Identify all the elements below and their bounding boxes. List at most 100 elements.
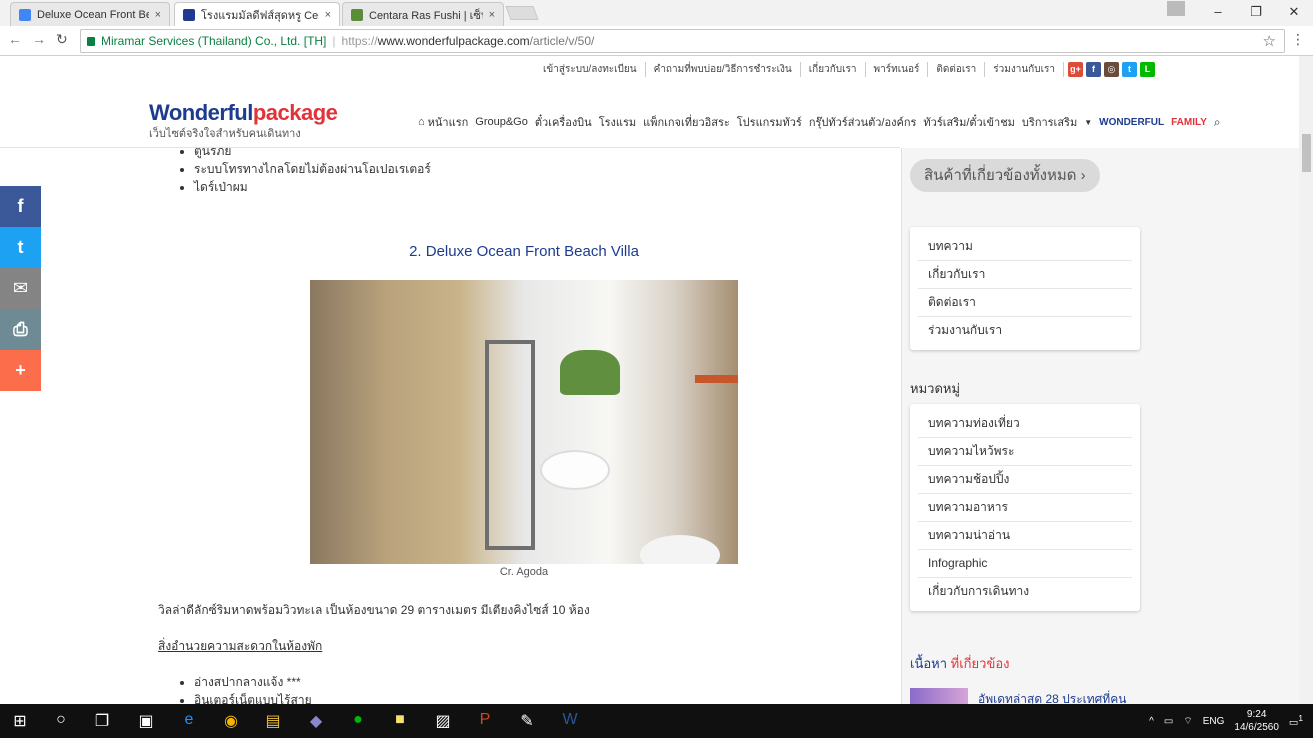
close-tab-icon[interactable]: × [489, 9, 495, 21]
cortana-icon[interactable]: ○ [46, 711, 76, 729]
address-bar[interactable]: Miramar Services (Thailand) Co., Ltd. [T… [80, 29, 1285, 53]
about-link[interactable]: เกี่ยวกับเรา [801, 62, 866, 77]
photo-caption: Cr. Agoda [499, 566, 549, 578]
start-icon[interactable]: ⊞ [5, 711, 35, 731]
category-item[interactable]: บทความช้อปปิ้ง [918, 466, 1132, 494]
all-products-button[interactable]: สินค้าที่เกี่ยวข้องทั้งหมด › [910, 159, 1100, 192]
language-indicator[interactable]: ENG [1203, 716, 1225, 727]
all-products-label: สินค้าที่เกี่ยวข้องทั้งหมด [924, 167, 1077, 184]
twitter-share-icon[interactable]: t [0, 227, 41, 268]
battery-icon[interactable]: ▭ [1164, 716, 1173, 727]
photo-sink [640, 535, 720, 564]
nav-hotels[interactable]: โรงแรม [599, 113, 636, 131]
new-tab-button[interactable] [505, 6, 539, 20]
nav-private-tours[interactable]: กรุ๊ปทัวร์ส่วนตัว/องค์กร [809, 113, 917, 131]
photo-trees [560, 350, 620, 395]
facebook-share-icon[interactable]: f [0, 186, 41, 227]
wifi-icon[interactable]: ⌔ [1183, 715, 1192, 728]
user-profile-icon[interactable] [1167, 1, 1185, 16]
file-explorer-icon[interactable]: ▤ [258, 711, 288, 731]
clock[interactable]: 9:24 14/6/2560 [1234, 708, 1279, 734]
login-link[interactable]: เข้าสู่ระบบ/ลงทะเบียน [535, 62, 646, 77]
minimize-icon[interactable]: – [1199, 0, 1237, 24]
category-item[interactable]: เกี่ยวกับการเดินทาง [918, 578, 1132, 605]
tray-chevron-icon[interactable]: ^ [1149, 716, 1154, 727]
app-icon[interactable]: ◆ [301, 711, 331, 731]
nav-packages[interactable]: แพ็กเกจเที่ยวอิสระ [643, 113, 730, 131]
forward-icon[interactable]: → [32, 31, 46, 47]
category-item[interactable]: บทความอาหาร [918, 494, 1132, 522]
nav-home[interactable]: หน้าแรก [428, 113, 469, 131]
facilities-heading: สิ่งอำนวยความสะดวกในห้องพัก [158, 639, 323, 653]
category-item[interactable]: บทความไหว้พระ [918, 438, 1132, 466]
google-plus-icon[interactable]: g+ [1067, 62, 1083, 77]
close-tab-icon[interactable]: × [155, 9, 161, 21]
chrome-icon[interactable]: ◉ [216, 711, 246, 731]
category-item[interactable]: บทความท่องเที่ยว [918, 410, 1132, 438]
notification-icon[interactable]: ▭1 [1289, 713, 1303, 728]
url-host: www.wonderfulpackage.com [377, 34, 530, 48]
nav-services[interactable]: บริการเสริม [1022, 113, 1077, 131]
scrollbar-thumb[interactable] [1302, 134, 1311, 172]
chevron-down-icon[interactable]: ▼ [1084, 118, 1092, 127]
close-window-icon[interactable]: ✕ [1275, 0, 1313, 24]
paint-icon[interactable]: ✎ [512, 711, 542, 731]
category-item[interactable]: Infographic [918, 550, 1132, 578]
logo-wordmark-accent: package [252, 100, 338, 125]
nav-tickets[interactable]: ทัวร์เสริม/ตั๋วเข้าชม [923, 113, 1015, 131]
store-icon[interactable]: ▣ [131, 711, 161, 731]
list-item: ระบบโทรทางไกลโดยไม่ต้องผ่านโอเปอเรเตอร์ [194, 160, 431, 178]
twitter-icon[interactable]: t [1121, 62, 1137, 77]
main-nav: ⌂ หน้าแรก Group&Go ตั๋วเครื่องบิน โรงแรม… [418, 113, 1228, 131]
print-icon[interactable]: ⎙ [0, 309, 41, 350]
sidebar-link-about[interactable]: เกี่ยวกับเรา [918, 261, 1132, 289]
home-icon[interactable]: ⌂ [418, 116, 425, 128]
task-view-icon[interactable]: ❐ [87, 711, 117, 731]
sticky-notes-icon[interactable]: ■ [385, 711, 415, 729]
close-tab-icon[interactable]: × [325, 9, 331, 21]
family-brand-a: WONDERFUL [1099, 116, 1165, 128]
nav-flights[interactable]: ตั๋วเครื่องบิน [535, 113, 592, 131]
omnibox-separator: | [332, 34, 336, 48]
category-item[interactable]: บทความน่าอ่าน [918, 522, 1132, 550]
sidebar-link-articles[interactable]: บทความ [918, 233, 1132, 261]
villa-bathroom-photo [310, 280, 738, 564]
site-logo[interactable]: Wonderfulpackage เว็บไซต์จริงใจสำหรับคนเ… [149, 100, 338, 142]
browser-tab-active[interactable]: โรงแรมมัลดีฟส์สุดหรู Centar × [174, 2, 340, 26]
photos-icon[interactable]: ▨ [428, 711, 458, 731]
related-thumbnail[interactable] [910, 688, 968, 704]
search-icon[interactable]: ⌕ [1214, 115, 1221, 130]
browser-tab[interactable]: Centara Ras Fushi | เซ็นเท × [342, 2, 504, 26]
site-favicon-icon [351, 8, 363, 21]
edge-icon[interactable]: e [174, 711, 204, 729]
bookmark-star-icon[interactable]: ☆ [1263, 32, 1276, 50]
sidebar-link-contact[interactable]: ติดต่อเรา [918, 289, 1132, 317]
maximize-icon[interactable]: ❐ [1237, 0, 1275, 24]
nav-wonderful-family[interactable]: WONDERFUL FAMILY [1099, 117, 1207, 128]
more-share-icon[interactable]: + [0, 350, 41, 391]
related-item-title[interactable]: อัพเดทล่าสุด 28 ประเทศที่คน [978, 690, 1126, 704]
reload-icon[interactable]: ↻ [56, 31, 68, 48]
back-icon[interactable]: ← [8, 31, 22, 47]
careers-link[interactable]: ร่วมงานกับเรา [985, 62, 1064, 77]
browser-menu-icon[interactable]: ⋮ [1291, 31, 1305, 48]
powerpoint-icon[interactable]: P [470, 711, 500, 729]
instagram-icon[interactable]: ◎ [1103, 62, 1119, 77]
windows-taskbar: ⊞ ○ ❐ ▣ e ◉ ▤ ◆ ● ■ ▨ P ✎ W ^ ▭ ⌔ ENG 9:… [0, 704, 1313, 738]
sidebar-link-careers[interactable]: ร่วมงานกับเรา [918, 317, 1132, 344]
site-favicon-icon [183, 8, 195, 21]
nav-tour-programs[interactable]: โปรแกรมทัวร์ [737, 113, 802, 131]
email-share-icon[interactable]: ✉ [0, 268, 41, 309]
word-icon[interactable]: W [555, 711, 585, 729]
browser-tab[interactable]: Deluxe Ocean Front Beac × [10, 2, 170, 26]
nav-group-go[interactable]: Group&Go [475, 116, 528, 128]
page-scrollbar[interactable] [1299, 56, 1313, 704]
contact-link[interactable]: ติดต่อเรา [928, 62, 986, 77]
faq-link[interactable]: คำถามที่พบบ่อย/วิธีการชำระเงิน [646, 62, 801, 77]
line-app-icon[interactable]: ● [343, 711, 373, 729]
line-icon[interactable]: L [1139, 62, 1155, 77]
facebook-icon[interactable]: f [1085, 62, 1101, 77]
partner-link[interactable]: พาร์ทเนอร์ [866, 62, 929, 77]
logo-wordmark: Wonderful [149, 100, 253, 125]
photo-bathtub [540, 450, 610, 490]
